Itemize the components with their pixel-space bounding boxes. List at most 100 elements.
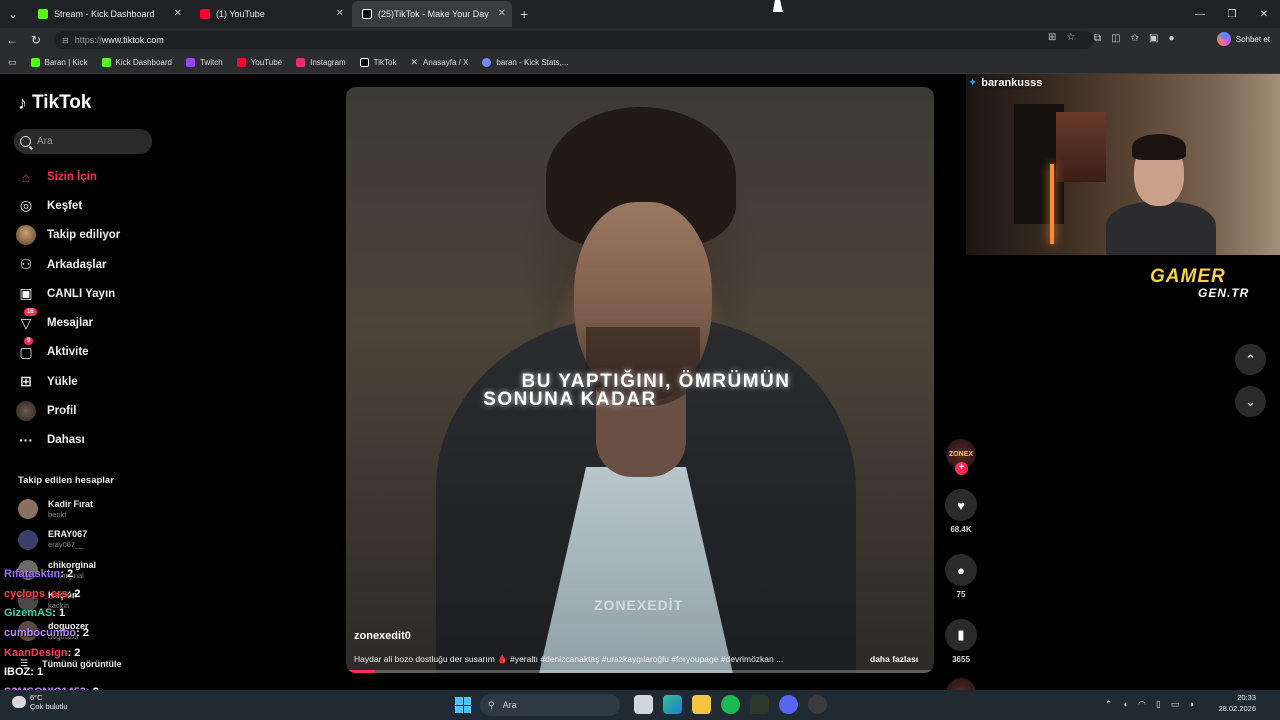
bookmark-kick-stats[interactable]: baran - Kick Stats,... — [482, 58, 568, 67]
taskbar-search[interactable]: ⚲ Ara — [480, 694, 620, 716]
sidebar-item-messages[interactable]: ▽ 16 Mesajlar — [16, 308, 166, 337]
close-tab-icon[interactable]: ✕ — [174, 8, 182, 19]
close-tab-icon[interactable]: ✕ — [498, 8, 506, 19]
collections-icon[interactable]: ▣ — [1149, 33, 1158, 44]
streamer-handle: ✦ barankusss — [968, 76, 1042, 90]
comment-icon: ● — [957, 562, 965, 578]
tab-youtube[interactable]: (1) YouTube ✕ — [190, 1, 350, 27]
minimize-icon[interactable]: — — [1184, 0, 1216, 28]
tab-kick-dashboard[interactable]: Stream - Kick Dashboard ✕ — [28, 1, 188, 27]
back-icon[interactable]: ← — [0, 33, 24, 47]
account-handle: benkf — [48, 509, 67, 519]
split-screen-icon[interactable]: ◫ — [1111, 33, 1120, 44]
task-view-icon[interactable] — [634, 695, 653, 714]
like-button[interactable]: ♥ — [945, 489, 977, 521]
sidebar-item-live[interactable]: ▣ CANLI Yayın — [16, 279, 166, 308]
obs-icon[interactable] — [808, 695, 827, 714]
close-window-icon[interactable]: ✕ — [1248, 0, 1280, 28]
save-button[interactable]: ▮ — [945, 619, 977, 651]
spotify-icon[interactable] — [721, 695, 740, 714]
extensions-icon[interactable]: ⧉ — [1094, 33, 1101, 44]
menu-label: Keşfet — [47, 199, 83, 212]
tiktok-logo[interactable]: ♪ TikTok — [18, 92, 91, 114]
search-icon — [20, 136, 31, 147]
sidebar-item-activity[interactable]: ▢ 9 Aktivite — [16, 337, 166, 367]
microphone-icon[interactable]: ▯ — [1156, 699, 1161, 710]
chevron-up-icon: ⌃ — [1245, 351, 1256, 367]
following-accounts-heading: Takip edilen hesaplar — [18, 475, 114, 486]
video-progress-fill — [346, 670, 376, 673]
weather-widget[interactable]: 6°C Çok bulutlu — [12, 693, 68, 711]
bookmarks-tab-icon[interactable]: ▭ — [8, 57, 17, 68]
chat-count: : 2 — [76, 626, 89, 639]
sidebar-item-explore[interactable]: ◎ Keşfet — [16, 191, 166, 220]
list-item[interactable]: Kadir Fırat benkf — [18, 494, 96, 525]
sidebar-item-following[interactable]: Takip ediliyor — [16, 221, 166, 250]
chat-user: GizemAS — [4, 607, 53, 620]
bookmark-instagram[interactable]: Instagram — [296, 58, 346, 67]
profile-avatar-icon[interactable]: ● — [1168, 33, 1174, 44]
sidebar-item-for-you[interactable]: ⌂ Sizin İçin — [16, 162, 166, 191]
chat-line: Rıfatasktın: 2 — [4, 564, 99, 584]
browser-tab-bar: ⌄ Stream - Kick Dashboard ✕ (1) YouTube … — [0, 0, 1280, 28]
tiktok-page: ♪ TikTok Ara ⌂ Sizin İçin ◎ Keşfet Takip… — [0, 74, 1280, 708]
bookmark-x[interactable]: ✕ Anasayfa / X — [411, 57, 469, 68]
discord-icon[interactable] — [779, 695, 798, 714]
maximize-icon[interactable]: ❐ — [1216, 0, 1248, 28]
bookmark-kick-dashboard[interactable]: Kick Dashboard — [101, 58, 172, 67]
video-player[interactable]: BU YAPTIĞINI, ÖMRÜMÜN SONUNA KADAR ZONEX… — [346, 87, 934, 673]
youtube-icon — [236, 58, 246, 67]
site-info-icon[interactable]: ⊟ — [62, 36, 69, 45]
search-input[interactable]: Ara — [14, 129, 152, 154]
edge-icon[interactable] — [663, 695, 682, 714]
bookmark-label: YouTube — [250, 58, 283, 67]
address-bar[interactable]: ⊟ https://www.tiktok.com — [54, 31, 1094, 49]
menu-label: Sizin İçin — [47, 170, 97, 183]
copilot-button[interactable]: Sohbet et — [1216, 32, 1270, 46]
chevron-down-icon: ⌄ — [1245, 393, 1256, 409]
messages-badge: 16 — [24, 308, 37, 317]
close-tab-icon[interactable]: ✕ — [336, 8, 344, 19]
start-button[interactable] — [455, 697, 471, 713]
taskbar-clock[interactable]: 20:33 28.02.2026 — [1218, 693, 1256, 714]
next-video-button[interactable]: ⌄ — [1235, 386, 1266, 417]
see-more-link[interactable]: daha fazlası — [870, 654, 918, 664]
sidebar-item-more[interactable]: ··· Dahası — [16, 426, 166, 455]
creator-avatar[interactable]: ZONEX + — [946, 439, 976, 475]
list-item[interactable]: ERAY067 eray067__ — [18, 525, 96, 556]
new-tab-icon[interactable]: + — [520, 6, 528, 22]
app-install-icon[interactable]: ⊞ — [1048, 32, 1056, 43]
tab-actions-menu-icon[interactable]: ⌄ — [0, 1, 26, 27]
chevron-up-icon[interactable]: ⌃ — [1105, 699, 1113, 710]
refresh-icon[interactable]: ↻ — [24, 33, 48, 47]
sidebar-item-profile[interactable]: Profil — [16, 396, 166, 425]
previous-video-button[interactable]: ⌃ — [1235, 344, 1266, 375]
favorite-star-icon[interactable]: ☆ — [1066, 32, 1075, 43]
bookmark-twitch[interactable]: Twitch — [185, 58, 223, 67]
search-icon: ⚲ — [488, 699, 495, 710]
headset-icon[interactable]: ◠ — [1138, 699, 1146, 710]
app-icon[interactable] — [750, 695, 769, 714]
twitch-icon — [185, 58, 195, 67]
bookmark-youtube[interactable]: YouTube — [236, 58, 283, 67]
comment-button[interactable]: ● — [945, 554, 977, 586]
follow-plus-icon[interactable]: + — [955, 462, 968, 475]
sidebar-item-friends[interactable]: ⚇ Arkadaşlar — [16, 250, 166, 279]
display-icon[interactable]: ▭ — [1171, 699, 1180, 710]
video-progress-bar[interactable] — [346, 670, 934, 673]
video-author[interactable]: zonexedit0 — [354, 630, 411, 642]
volume-icon[interactable]: ◗ — [1189, 699, 1194, 710]
search-placeholder: Ara — [37, 136, 53, 147]
tab-tiktok[interactable]: (25)TikTok - Make Your Day ✕ — [352, 1, 512, 27]
bookmark-tiktok[interactable]: TikTok — [359, 58, 397, 67]
bookmark-label: Instagram — [310, 58, 346, 67]
speaker-icon[interactable]: ◖ — [1123, 699, 1128, 710]
tiktok-favicon-icon — [362, 9, 372, 19]
bookmark-label: Kick Dashboard — [115, 58, 172, 67]
menu-label: Arkadaşlar — [47, 258, 107, 271]
file-explorer-icon[interactable] — [692, 695, 711, 714]
bookmark-baran-kick[interactable]: Baran | Kick — [30, 58, 88, 67]
chat-count: : 2 — [67, 587, 81, 600]
sidebar-item-upload[interactable]: ⊞ Yükle — [16, 367, 166, 396]
favorites-icon[interactable]: ✩ — [1131, 33, 1139, 44]
